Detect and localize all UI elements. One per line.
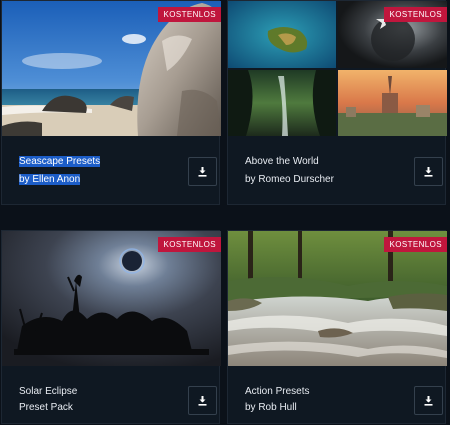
- preset-card-solar-eclipse[interactable]: KOSTENLOS Solar Eclipse Preset Pack: [1, 230, 221, 424]
- preset-title[interactable]: Seascape Presets: [19, 156, 101, 167]
- preset-title[interactable]: Action Presets: [245, 386, 309, 397]
- download-icon: [424, 396, 433, 406]
- preset-author[interactable]: by Rob Hull: [245, 402, 297, 413]
- preset-card-seascape[interactable]: KOSTENLOS Seascape Presets by Ellen Anon: [1, 0, 221, 205]
- free-badge: KOSTENLOS: [384, 237, 447, 252]
- free-badge: KOSTENLOS: [158, 7, 221, 22]
- download-button[interactable]: [188, 386, 217, 415]
- download-icon: [198, 396, 207, 406]
- preset-title[interactable]: Solar Eclipse: [19, 386, 77, 397]
- download-button[interactable]: [414, 386, 443, 415]
- preset-author[interactable]: by Ellen Anon: [19, 174, 81, 185]
- free-badge: KOSTENLOS: [384, 7, 447, 22]
- seascape-thumbnail[interactable]: KOSTENLOS: [2, 1, 221, 136]
- free-badge: KOSTENLOS: [158, 237, 221, 252]
- download-button[interactable]: [414, 157, 443, 186]
- aerial-collage-thumbnail[interactable]: KOSTENLOS: [228, 1, 447, 136]
- download-button[interactable]: [188, 157, 217, 186]
- download-icon: [198, 167, 207, 177]
- preset-card-action[interactable]: KOSTENLOS Action Presets by Rob Hull: [227, 230, 447, 424]
- eclipse-thumbnail[interactable]: KOSTENLOS: [2, 231, 221, 366]
- preset-author[interactable]: by Romeo Durscher: [245, 174, 334, 185]
- preset-subtitle[interactable]: Preset Pack: [19, 402, 73, 413]
- preset-title[interactable]: Above the World: [245, 156, 319, 167]
- download-icon: [424, 167, 433, 177]
- preset-card-above-the-world[interactable]: KOSTENLOS Above the World by Romeo Dursc…: [227, 0, 447, 205]
- forest-river-thumbnail[interactable]: KOSTENLOS: [228, 231, 447, 366]
